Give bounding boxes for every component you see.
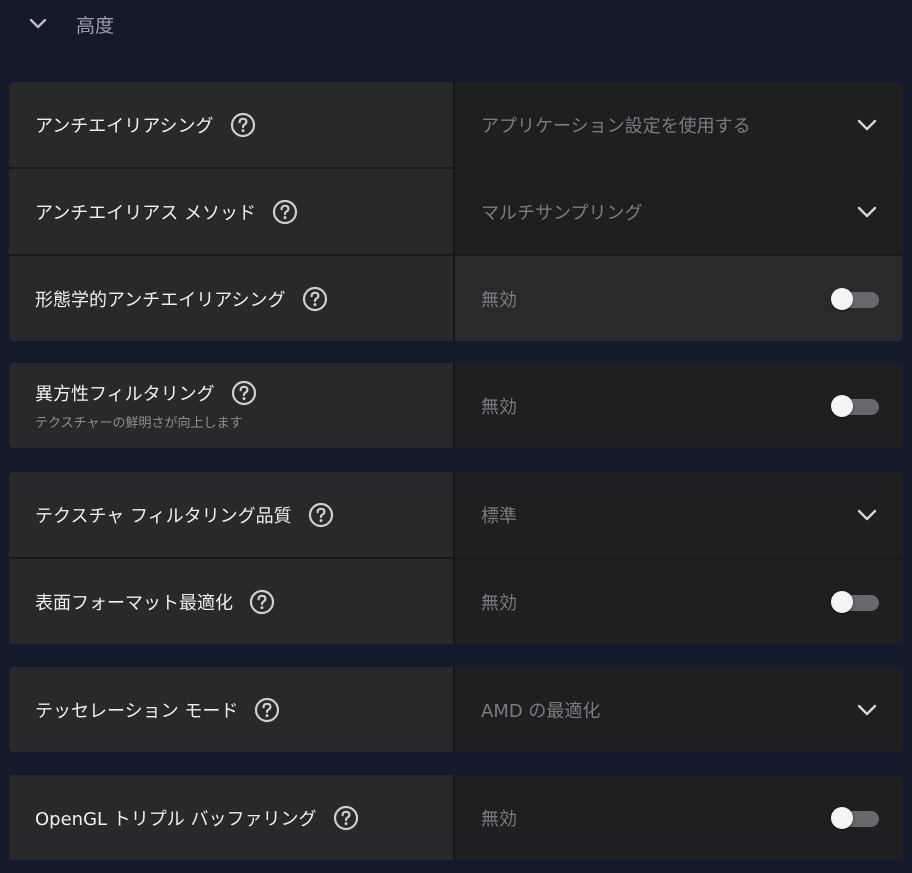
help-icon[interactable]: [231, 380, 257, 406]
setting-label: OpenGL トリプル バッファリング: [35, 808, 317, 830]
dropdown-value: アプリケーション設定を使用する: [481, 115, 751, 137]
chevron-down-icon: [855, 698, 879, 722]
setting-label-cell: 形態学的アンチエイリアシング: [9, 256, 455, 341]
settings-group-antialiasing: アンチエイリアシング アプリケーション設定を使用する アンチエイリアス メソッド…: [9, 82, 903, 341]
dropdown-value: AMD の最適化: [481, 700, 601, 722]
setting-label-cell: 異方性フィルタリング テクスチャーの鮮明さが向上します: [9, 363, 455, 448]
setting-label: 表面フォーマット最適化: [35, 592, 233, 614]
surface-format-optimization-setting: 無効: [455, 559, 903, 644]
antialias-method-dropdown[interactable]: マルチサンプリング: [455, 169, 903, 254]
toggle-knob: [831, 590, 853, 613]
setting-label: 異方性フィルタリング: [35, 384, 215, 405]
chevron-down-icon: [855, 200, 879, 224]
settings-group-tessellation: テッセレーション モード AMD の最適化: [9, 667, 903, 752]
setting-label-cell: テクスチャ フィルタリング品質: [9, 472, 455, 557]
opengl-triple-buffering-setting: 無効: [455, 775, 903, 860]
toggle-state-label: 無効: [481, 808, 517, 830]
setting-label-cell: アンチエイリアシング: [9, 82, 455, 167]
toggle-knob: [831, 806, 853, 829]
toggle-state-label: 無効: [481, 592, 517, 614]
setting-label: 形態学的アンチエイリアシング: [35, 289, 286, 311]
settings-group-anisotropic: 異方性フィルタリング テクスチャーの鮮明さが向上します 無効: [9, 363, 903, 448]
help-icon[interactable]: [230, 112, 256, 138]
settings-group-texture: テクスチャ フィルタリング品質 標準 表面フォーマット最適化 無効: [9, 472, 903, 644]
help-icon[interactable]: [249, 589, 275, 615]
tessellation-mode-dropdown[interactable]: AMD の最適化: [455, 667, 903, 752]
dropdown-value: 標準: [481, 505, 517, 527]
texture-filtering-quality-dropdown[interactable]: 標準: [455, 472, 903, 557]
setting-row: OpenGL トリプル バッファリング 無効: [9, 775, 903, 860]
dropdown-value: マルチサンプリング: [481, 202, 643, 224]
help-icon[interactable]: [272, 199, 298, 225]
setting-label: アンチエイリアシング: [35, 115, 214, 137]
setting-label-cell: 表面フォーマット最適化: [9, 559, 455, 644]
setting-row: 形態学的アンチエイリアシング 無効: [9, 254, 903, 341]
antialiasing-dropdown[interactable]: アプリケーション設定を使用する: [455, 82, 903, 167]
opengl-triple-buffering-toggle[interactable]: [831, 806, 879, 829]
setting-row: アンチエイリアス メソッド マルチサンプリング: [9, 167, 903, 254]
advanced-section-header[interactable]: 高度: [28, 8, 114, 40]
setting-row: テッセレーション モード AMD の最適化: [9, 667, 903, 752]
help-icon[interactable]: [308, 502, 334, 528]
anisotropic-filtering-setting: 無効: [455, 363, 903, 448]
chevron-down-icon: [28, 14, 48, 34]
surface-format-optimization-toggle[interactable]: [831, 590, 879, 613]
help-icon[interactable]: [254, 697, 280, 723]
toggle-state-label: 無効: [481, 289, 517, 311]
setting-description: テクスチャーの鮮明さが向上します: [35, 416, 243, 431]
chevron-down-icon: [855, 503, 879, 527]
section-title: 高度: [76, 14, 115, 37]
setting-row: 異方性フィルタリング テクスチャーの鮮明さが向上します 無効: [9, 363, 903, 448]
anisotropic-filtering-toggle[interactable]: [831, 394, 879, 417]
chevron-down-icon: [855, 113, 879, 137]
toggle-knob: [831, 394, 853, 417]
toggle-state-label: 無効: [481, 396, 517, 418]
setting-row: テクスチャ フィルタリング品質 標準: [9, 472, 903, 557]
morphological-aa-toggle[interactable]: [831, 287, 879, 310]
setting-label: テクスチャ フィルタリング品質: [35, 505, 292, 527]
setting-row: アンチエイリアシング アプリケーション設定を使用する: [9, 82, 903, 167]
setting-label-cell: アンチエイリアス メソッド: [9, 169, 455, 254]
setting-label-cell: テッセレーション モード: [9, 667, 455, 752]
setting-label-cell: OpenGL トリプル バッファリング: [9, 775, 455, 860]
setting-label: アンチエイリアス メソッド: [35, 202, 257, 224]
setting-label: テッセレーション モード: [35, 700, 239, 722]
help-icon[interactable]: [302, 286, 328, 312]
morphological-aa-setting: 無効: [455, 256, 903, 341]
help-icon[interactable]: [333, 805, 359, 831]
toggle-knob: [831, 287, 853, 310]
settings-group-opengl: OpenGL トリプル バッファリング 無効: [9, 775, 903, 860]
setting-row: 表面フォーマット最適化 無効: [9, 557, 903, 644]
